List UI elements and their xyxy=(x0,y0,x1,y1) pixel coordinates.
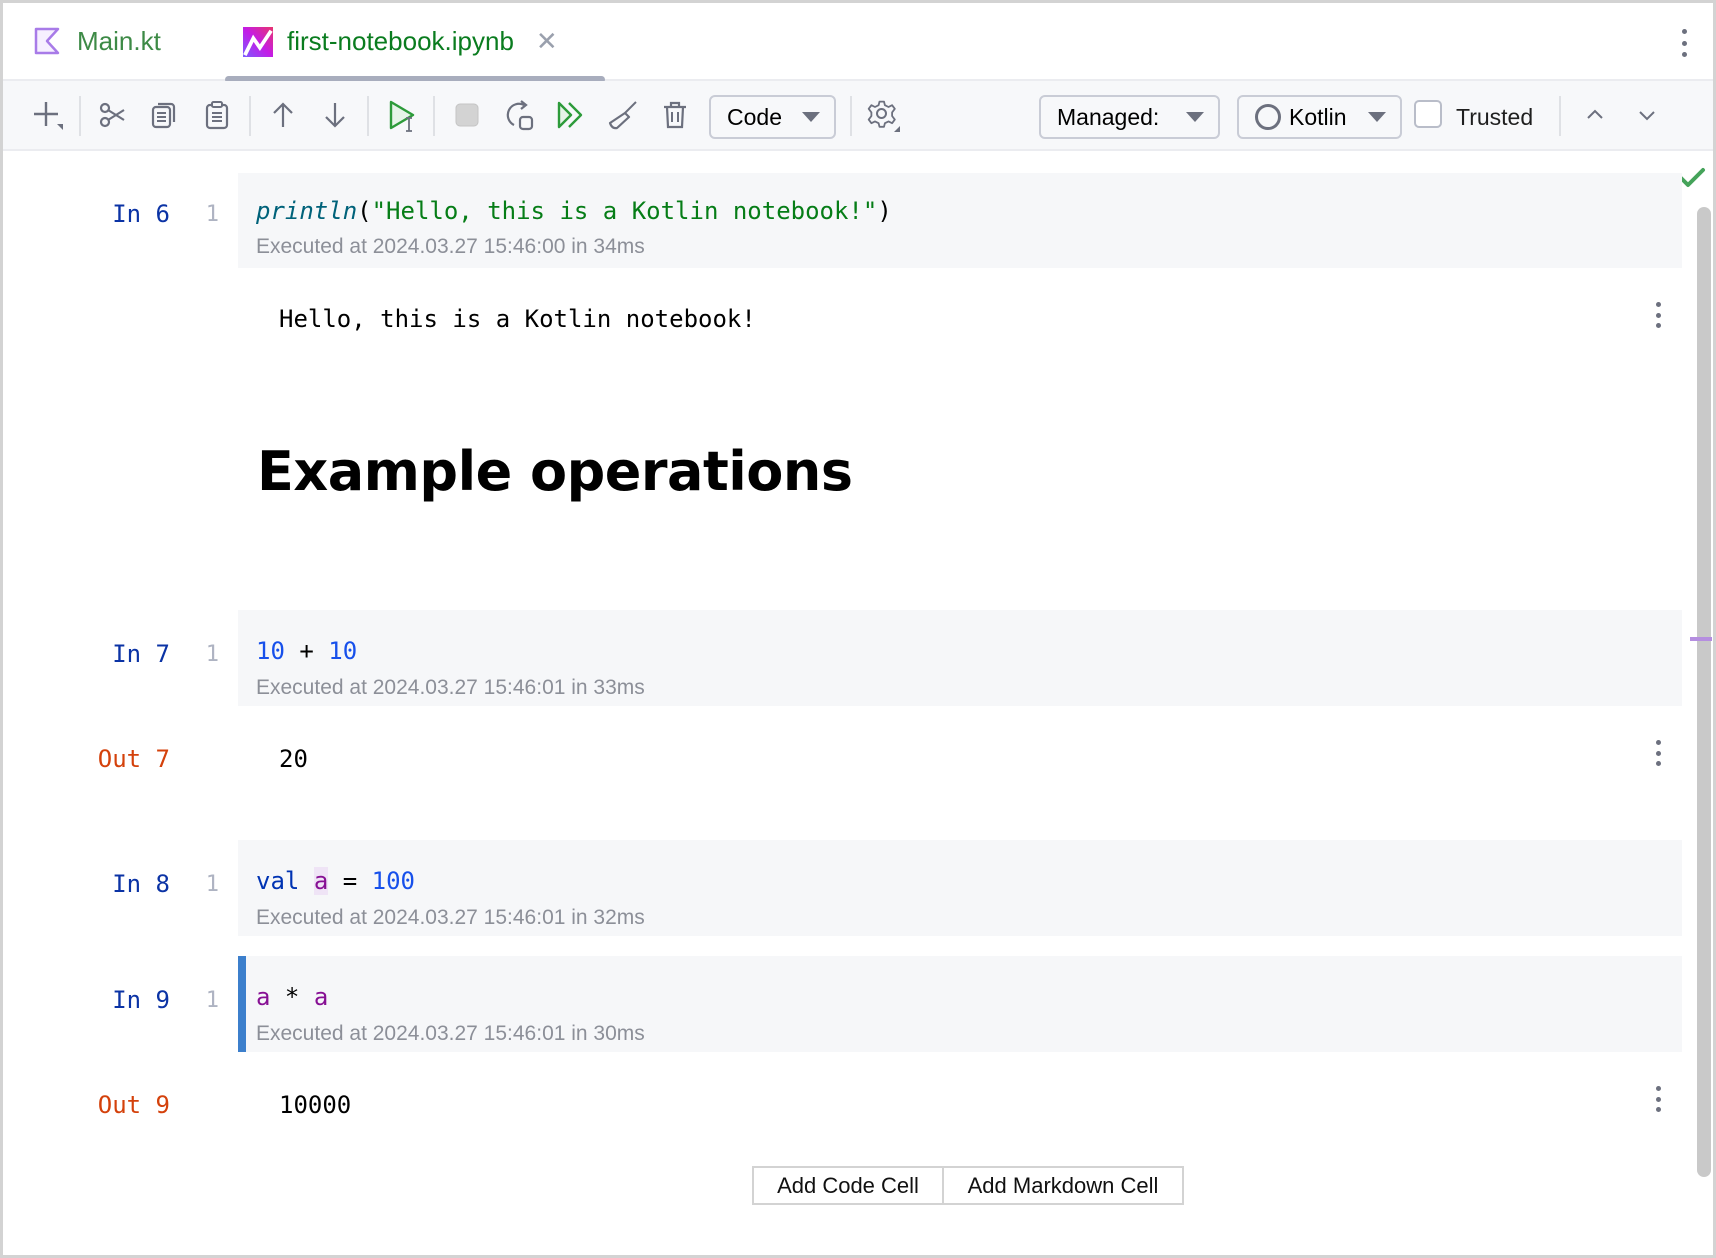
trash-icon[interactable] xyxy=(658,98,692,132)
chevron-down-icon xyxy=(1186,112,1204,122)
broom-icon[interactable] xyxy=(606,98,640,132)
tab-label: Main.kt xyxy=(77,25,161,56)
arrow-up-icon[interactable] xyxy=(266,98,300,132)
arrow-down-icon[interactable] xyxy=(318,98,352,132)
kernel-value: Kotlin xyxy=(1289,103,1347,130)
cell-type-value: Code xyxy=(727,103,782,130)
execution-info: Executed at 2024.03.27 15:46:00 in 34ms xyxy=(256,235,645,258)
clipboard-icon[interactable] xyxy=(200,98,234,132)
checkmark-icon xyxy=(1678,166,1706,190)
restart-icon[interactable] xyxy=(503,98,537,132)
cell-output: 20 xyxy=(279,745,308,773)
line-number: 1 xyxy=(205,872,219,897)
toolbar-separator xyxy=(367,96,369,136)
tab-first-notebook[interactable]: first-notebook.ipynb ✕ xyxy=(243,3,558,79)
output-menu-icon[interactable] xyxy=(1650,1084,1666,1114)
code-cell[interactable]: 10 + 10 Executed at 2024.03.27 15:46:01 … xyxy=(238,610,1682,706)
chevron-down-icon xyxy=(1368,112,1386,122)
execution-info: Executed at 2024.03.27 15:46:01 in 33ms xyxy=(256,676,645,699)
stop-icon[interactable] xyxy=(450,98,484,132)
run-all-icon[interactable] xyxy=(554,98,588,132)
cell-output: 10000 xyxy=(279,1091,352,1119)
add-markdown-cell-button[interactable]: Add Markdown Cell xyxy=(942,1168,1182,1203)
cell-in-label: In 6 xyxy=(112,200,170,228)
server-value: Managed: xyxy=(1057,103,1160,130)
execution-info: Executed at 2024.03.27 15:46:01 in 32ms xyxy=(256,906,645,929)
code-editor[interactable]: a * a xyxy=(256,983,328,1011)
code-cell-selected[interactable]: a * a Executed at 2024.03.27 15:46:01 in… xyxy=(238,956,1682,1052)
markdown-heading: Example operations xyxy=(257,440,853,503)
cell-in-label: In 9 xyxy=(112,986,170,1014)
more-tabs-menu-icon[interactable] xyxy=(1669,25,1699,61)
line-number: 1 xyxy=(205,202,219,227)
toolbar-separator xyxy=(850,96,852,136)
execution-info: Executed at 2024.03.27 15:46:01 in 30ms xyxy=(256,1022,645,1045)
code-cell[interactable]: println("Hello, this is a Kotlin noteboo… xyxy=(238,173,1682,268)
chevron-down-icon[interactable] xyxy=(1630,98,1664,132)
server-dropdown[interactable]: Managed: xyxy=(1039,95,1220,139)
chevron-up-icon[interactable] xyxy=(1578,98,1612,132)
tab-label: first-notebook.ipynb xyxy=(287,25,514,56)
cell-in-label: In 7 xyxy=(112,640,170,668)
vertical-scrollbar[interactable] xyxy=(1697,207,1711,1177)
tab-main-kt[interactable]: Main.kt xyxy=(33,3,161,79)
trusted-checkbox[interactable] xyxy=(1414,100,1442,128)
scissors-icon[interactable] xyxy=(96,98,130,132)
code-cell[interactable]: val a = 100 Executed at 2024.03.27 15:46… xyxy=(238,840,1682,936)
toolbar-separator xyxy=(433,96,435,136)
line-number: 1 xyxy=(205,642,219,667)
kotlin-file-icon xyxy=(33,26,63,56)
trusted-label: Trusted xyxy=(1456,103,1534,130)
notebook-toolbar: Code Managed: Kotlin Trusted xyxy=(3,81,1713,151)
cell-out-label: Out 7 xyxy=(97,745,170,773)
line-number: 1 xyxy=(205,988,219,1013)
close-tab-icon[interactable]: ✕ xyxy=(536,26,558,57)
kernel-dropdown[interactable]: Kotlin xyxy=(1237,95,1402,139)
kernel-status-icon xyxy=(1255,104,1281,130)
run-cursor-icon[interactable] xyxy=(386,98,420,132)
toolbar-separator xyxy=(1559,96,1561,136)
editor-tab-bar: Main.kt first-notebook.ipynb ✕ xyxy=(3,3,1713,83)
chevron-down-icon xyxy=(802,112,820,122)
code-editor[interactable]: 10 + 10 xyxy=(256,637,357,665)
code-editor[interactable]: val a = 100 xyxy=(256,867,415,895)
output-menu-icon[interactable] xyxy=(1650,300,1666,330)
scrollbar-marker xyxy=(1690,637,1712,641)
gear-icon[interactable] xyxy=(866,98,900,132)
code-editor[interactable]: println("Hello, this is a Kotlin noteboo… xyxy=(256,197,892,225)
cell-type-dropdown[interactable]: Code xyxy=(709,95,836,139)
toolbar-separator xyxy=(79,96,81,136)
cell-out-label: Out 9 xyxy=(97,1091,170,1119)
copy-icon[interactable] xyxy=(147,98,181,132)
cell-in-label: In 8 xyxy=(112,870,170,898)
cell-output: Hello, this is a Kotlin notebook! xyxy=(279,305,756,333)
notebook-icon xyxy=(243,26,273,57)
add-code-cell-button[interactable]: Add Code Cell xyxy=(754,1168,942,1203)
add-cell-buttons: Add Code Cell Add Markdown Cell xyxy=(752,1166,1184,1205)
output-menu-icon[interactable] xyxy=(1650,738,1666,768)
toolbar-separator xyxy=(249,96,251,136)
plus-icon[interactable] xyxy=(31,98,65,132)
